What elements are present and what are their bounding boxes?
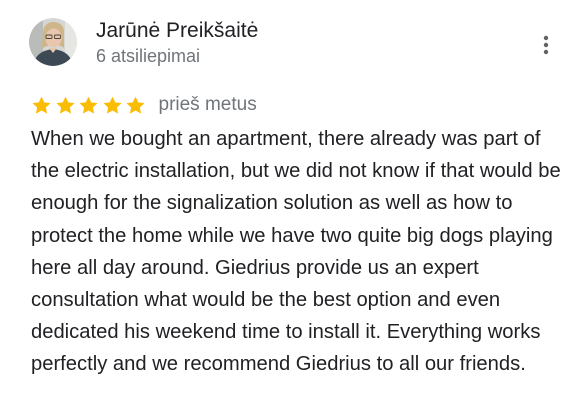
reviewer-avatar[interactable] — [29, 18, 77, 66]
star-icon — [79, 96, 98, 114]
reviewer-review-count: 6 atsiliepimai — [96, 46, 201, 66]
user-photo-avatar-icon — [29, 18, 77, 66]
review-card: Jarūnė Preikšaitė 6 atsiliepimai prieš m… — [0, 0, 570, 419]
star-icon — [126, 96, 145, 114]
review-text: When we bought an apartment, there alrea… — [31, 128, 561, 376]
reviewer-name[interactable]: Jarūnė Preikšaitė — [96, 17, 258, 45]
star-icon — [32, 96, 51, 114]
more-options-button[interactable] — [533, 30, 559, 60]
star-rating — [31, 95, 149, 116]
review-date: prieš metus — [158, 94, 257, 115]
more-vert-icon — [543, 35, 549, 55]
rating-row: prieš metus — [31, 92, 257, 118]
star-icon — [55, 96, 75, 114]
star-icon — [102, 96, 122, 114]
